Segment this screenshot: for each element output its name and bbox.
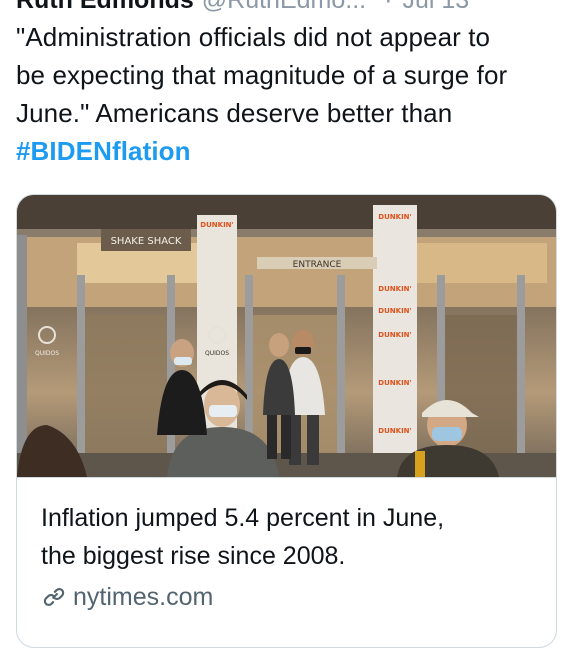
card-image[interactable]: DUNKIN' DUNKIN' DUNKIN' DUNKIN' DUNKIN' … — [17, 195, 556, 477]
dunkin-sign: DUNKIN' — [200, 221, 233, 229]
card-title[interactable]: Inflation jumped 5.4 percent in June, th… — [41, 499, 541, 575]
card-title-line: the biggest rise since 2008. — [41, 542, 346, 570]
card-source[interactable]: nytimes.com — [41, 580, 213, 614]
hashtag-link[interactable]: #BIDENflation — [16, 132, 556, 170]
tweet-text-line: "Administration officials did not appear… — [16, 22, 491, 52]
tweet-text-line: be expecting that magnitude of a surge f… — [16, 60, 508, 90]
quidos-sign: QUIDOS — [205, 350, 229, 357]
author-handle[interactable]: @RuthEdmo... — [202, 0, 366, 14]
dunkin-sign: DUNKIN' — [378, 213, 411, 221]
link-icon — [43, 587, 65, 607]
mall-entrance-photo: DUNKIN' DUNKIN' DUNKIN' DUNKIN' DUNKIN' … — [17, 195, 556, 477]
link-preview-card[interactable]: DUNKIN' DUNKIN' DUNKIN' DUNKIN' DUNKIN' … — [16, 194, 557, 648]
dunkin-sign: DUNKIN' — [378, 331, 411, 339]
shake-shack-sign: SHAKE SHACK — [111, 236, 182, 247]
header-separator: · — [384, 0, 393, 14]
card-title-line: Inflation jumped 5.4 percent in June, — [41, 504, 445, 532]
tweet-text-line: June." Americans deserve better than — [16, 98, 453, 128]
tweet-text: "Administration officials did not appear… — [16, 18, 556, 170]
card-source-domain: nytimes.com — [73, 582, 214, 611]
dunkin-sign: DUNKIN' — [378, 427, 411, 435]
author-name[interactable]: Ruth Edmonds — [16, 0, 194, 14]
tweet-header: Ruth Edmonds @RuthEdmo... · Jul 13 — [16, 0, 469, 14]
dunkin-sign: DUNKIN' — [378, 307, 411, 315]
entrance-sign: ENTRANCE — [293, 260, 342, 270]
quidos-sign: QUIDOS — [35, 350, 59, 357]
dunkin-sign: DUNKIN' — [378, 285, 411, 293]
card-divider — [17, 477, 556, 478]
tweet-timestamp[interactable]: Jul 13 — [402, 0, 469, 14]
dunkin-sign: DUNKIN' — [378, 379, 411, 387]
